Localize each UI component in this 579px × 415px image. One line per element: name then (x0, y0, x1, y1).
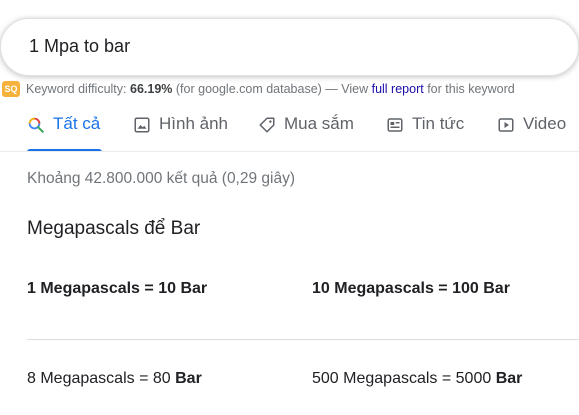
keyword-difficulty-label: Keyword difficulty: (26, 82, 127, 96)
result-stats: Khoảng 42.800.000 kết quả (0,29 giây) (27, 170, 296, 187)
keyword-difficulty-value: 66.19% (130, 82, 173, 96)
keyword-source: (for google.com database) — View (175, 82, 369, 96)
search-tabs: Tất cả Hình ảnh Mua sắm Tin tức Video (0, 104, 579, 152)
search-input[interactable] (29, 36, 509, 56)
news-icon (387, 118, 403, 132)
conversion-equation: 8 Megapascals = 80 (27, 370, 171, 387)
tab-all-label: Tất cả (53, 114, 101, 133)
conversion-unit: Bar (175, 370, 202, 387)
conversion-unit: Bar (483, 280, 510, 297)
full-report-link[interactable]: full report (372, 82, 424, 96)
conversion-row: 10 Megapascals = 100 Bar (312, 280, 510, 298)
conversion-equation: 1 Megapascals = 10 (27, 280, 176, 297)
conversion-row: 8 Megapascals = 80 Bar (27, 370, 202, 388)
conversion-unit: Bar (495, 370, 523, 387)
tab-news-label: Tin tức (412, 114, 465, 133)
conversion-divider (27, 339, 579, 340)
search-icon (28, 117, 44, 133)
conversion-title: Megapascals để Bar (27, 218, 201, 239)
tab-video[interactable]: Video (497, 104, 566, 152)
image-icon (134, 117, 150, 133)
conversion-equation: 10 Megapascals = 100 (312, 280, 479, 297)
tab-shopping-label: Mua sắm (284, 114, 354, 133)
play-icon (498, 118, 514, 132)
conversion-row: 500 Megapascals = 5000 Bar (312, 370, 522, 388)
tab-news[interactable]: Tin tức (386, 104, 464, 152)
tab-images[interactable]: Hình ảnh (133, 104, 228, 152)
tag-icon (259, 117, 275, 133)
conversion-equation: 500 Megapascals = 5000 (312, 370, 492, 387)
keyword-suffix: for this keyword (427, 82, 515, 96)
tab-video-label: Video (523, 114, 567, 133)
keyword-difficulty-bar: SQ Keyword difficulty: 66.19% (for googl… (2, 80, 515, 98)
tab-images-label: Hình ảnh (159, 114, 228, 133)
tab-shopping[interactable]: Mua sắm (258, 104, 354, 152)
semrush-logo-icon: SQ (2, 81, 20, 97)
conversion-row: 1 Megapascals = 10 Bar (27, 280, 207, 298)
conversion-unit: Bar (180, 280, 208, 297)
tabs-divider (0, 151, 579, 152)
tab-all[interactable]: Tất cả (27, 104, 100, 152)
